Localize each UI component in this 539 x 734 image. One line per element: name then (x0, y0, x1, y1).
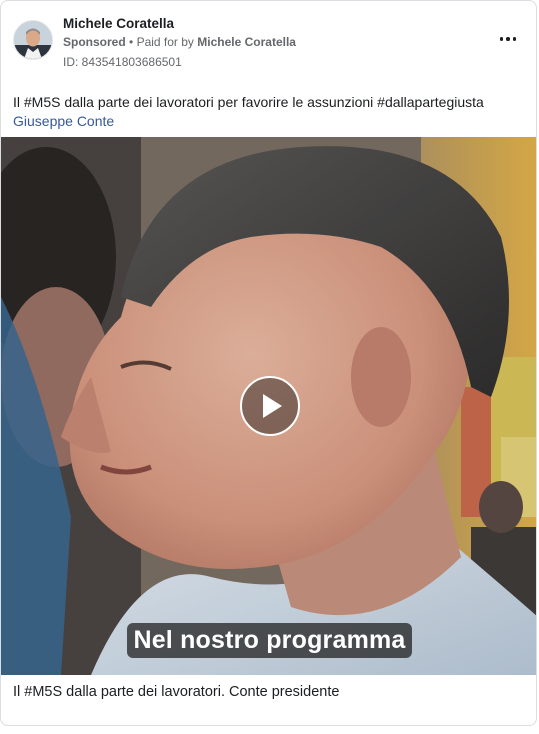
video-player[interactable]: Nel nostro programma (1, 137, 536, 675)
more-dot (506, 37, 510, 41)
paid-for-by-name: Michele Coratella (197, 35, 296, 49)
meta-separator: • (129, 35, 134, 49)
more-dot (512, 37, 517, 41)
sponsored-label: Sponsored (63, 35, 126, 49)
video-caption-text: Nel nostro programma (127, 623, 412, 658)
author-name[interactable]: Michele Coratella (63, 16, 174, 31)
post-text: Il #M5S dalla parte dei lavoratori per f… (13, 94, 484, 110)
play-icon (263, 394, 282, 418)
post-header: Michele Coratella Sponsored • Paid for b… (13, 15, 524, 75)
sponsored-line: Sponsored • Paid for by Michele Coratell… (63, 35, 296, 49)
author-avatar[interactable] (13, 20, 53, 60)
play-button[interactable] (240, 376, 300, 436)
video-caption: Nel nostro programma (1, 623, 536, 658)
paid-for-prefix: Paid for by (136, 35, 194, 49)
more-dot (499, 37, 504, 41)
ad-card: Michele Coratella Sponsored • Paid for b… (0, 0, 537, 726)
tagged-page-link[interactable]: Giuseppe Conte (13, 112, 114, 131)
video-description: Il #M5S dalla parte dei lavoratori. Cont… (13, 684, 340, 700)
more-options-icon[interactable] (496, 31, 520, 47)
ad-id: ID: 843541803686501 (63, 55, 182, 69)
